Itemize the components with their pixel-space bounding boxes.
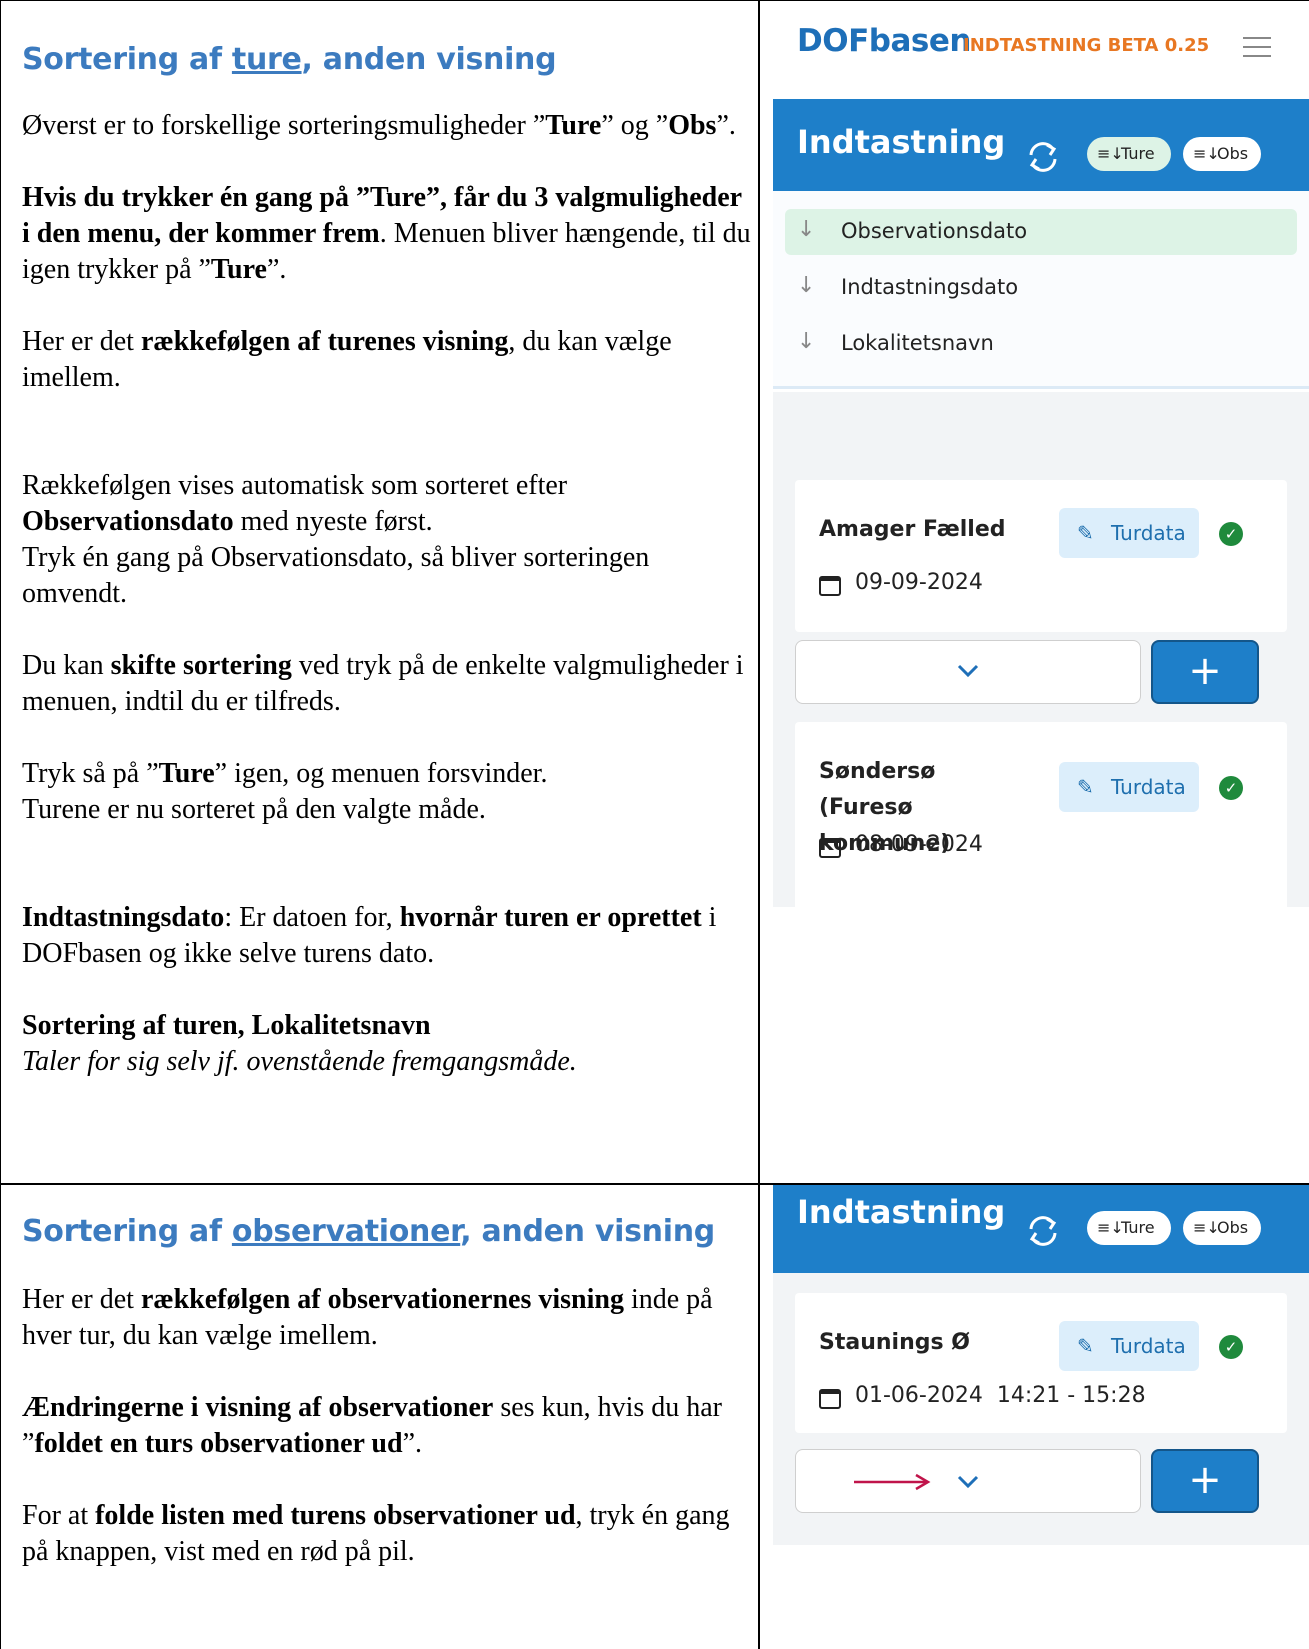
paragraph: For at folde listen med turens observati… [22, 1500, 730, 1567]
sort-icon: ≡↓ [1193, 144, 1220, 163]
indtastning-header: Indtastning ≡↓ Ture ≡↓ Obs [773, 1185, 1309, 1273]
table-column-divider [758, 0, 760, 1649]
indtastning-header: Indtastning ≡↓ Ture ≡↓ Obs [773, 99, 1309, 191]
add-observation-button[interactable]: + [1151, 640, 1259, 704]
arrow-down-icon: ↓ [797, 273, 816, 298]
refresh-icon[interactable] [1023, 137, 1063, 177]
edit-icon: ✎ [1077, 775, 1094, 799]
paragraph: Indtastningsdato: Er datoen for, hvornår… [22, 902, 717, 969]
trip-card: Staunings Ø ✎ Turdata ✓ 01-06-2024 14:21 … [795, 1293, 1287, 1433]
sort-icon: ≡↓ [1193, 1218, 1220, 1237]
app-top-bar: DOFbasen INDTASTNING BETA 0.25 [773, 1, 1309, 99]
sort-menu: ↓ Observationsdato ↓ Indtastningsdato ↓ … [773, 191, 1309, 389]
refresh-icon[interactable] [1023, 1211, 1063, 1251]
sort-option-observationsdato[interactable]: ↓ Observationsdato [785, 209, 1297, 255]
expand-observations-button[interactable] [795, 640, 1141, 704]
section-1-text: Sortering af ture, anden visning Øverst … [22, 40, 754, 1116]
paragraph: Tryk så på ”Ture” igen, og menuen forsvi… [22, 758, 548, 825]
section-2-heading: Sortering af observationer, anden visnin… [22, 1214, 715, 1249]
chip-ture[interactable]: ≡↓ Ture [1087, 137, 1171, 171]
trip-card: Amager Fælled ✎ Turdata ✓ 09-09-2024 [795, 480, 1287, 632]
calendar-icon [819, 1389, 841, 1409]
trip-list: Amager Fælled ✎ Turdata ✓ 09-09-2024 + Sø… [773, 392, 1309, 907]
paragraph: Hvis du trykker én gang på ”Ture”, får d… [22, 182, 751, 285]
calendar-icon [819, 576, 841, 596]
app-screenshot-2: Indtastning ≡↓ Ture ≡↓ Obs Staunings Ø ✎ Tu… [773, 1185, 1309, 1545]
paragraph: Rækkefølgen vises automatisk som sortere… [22, 470, 650, 609]
section-1-heading: Sortering af ture, anden visning [22, 42, 557, 77]
section-2-text: Sortering af observationer, anden visnin… [22, 1212, 754, 1606]
app-subtitle: INDTASTNING BETA 0.25 [963, 35, 1210, 56]
table-border-left [0, 0, 1, 1649]
sort-icon: ≡↓ [1097, 144, 1124, 163]
turdata-button[interactable]: ✎ Turdata [1059, 1321, 1199, 1371]
hamburger-menu-icon[interactable] [1243, 37, 1271, 57]
paragraph: Ændringerne i visning af observationer s… [22, 1392, 722, 1459]
expand-observations-button[interactable] [795, 1449, 1141, 1513]
chevron-down-icon [957, 664, 979, 678]
chevron-down-icon [957, 1475, 979, 1489]
header-title: Indtastning [797, 1193, 1006, 1231]
turdata-button[interactable]: ✎ Turdata [1059, 762, 1199, 812]
chip-obs[interactable]: ≡↓ Obs [1183, 137, 1261, 171]
chip-obs[interactable]: ≡↓ Obs [1183, 1211, 1261, 1245]
chip-ture[interactable]: ≡↓ Ture [1087, 1211, 1171, 1245]
paragraph: Øverst er to forskellige sorteringsmulig… [22, 110, 736, 141]
add-observation-button[interactable]: + [1151, 1449, 1259, 1513]
edit-icon: ✎ [1077, 1334, 1094, 1358]
check-circle-icon: ✓ [1219, 522, 1243, 546]
trip-card: Søndersø (Furesø kommune) ✎ Turdata ✓ 08-… [795, 722, 1287, 907]
app-screenshot-1: DOFbasen INDTASTNING BETA 0.25 Indtastni… [773, 1, 1309, 907]
paragraph: Her er det rækkefølgen af turenes visnin… [22, 326, 672, 393]
sort-icon: ≡↓ [1097, 1218, 1124, 1237]
red-arrow-right-icon [854, 1473, 931, 1491]
paragraph: Her er det rækkefølgen af observationern… [22, 1284, 713, 1351]
app-logo: DOFbasen [797, 23, 971, 59]
trip-list: Staunings Ø ✎ Turdata ✓ 01-06-2024 14:21 … [773, 1273, 1309, 1545]
heading-link-ture: ture [231, 42, 302, 77]
arrow-down-icon: ↓ [797, 217, 816, 242]
sort-option-indtastningsdato[interactable]: ↓ Indtastningsdato [785, 265, 1297, 311]
check-circle-icon: ✓ [1219, 1335, 1243, 1359]
heading-link-observationer: observationer [231, 1214, 461, 1249]
edit-icon: ✎ [1077, 521, 1094, 545]
turdata-button[interactable]: ✎ Turdata [1059, 508, 1199, 558]
paragraph: Du kan skifte sortering ved tryk på de e… [22, 650, 744, 717]
check-circle-icon: ✓ [1219, 776, 1243, 800]
paragraph: Sortering af turen, Lokalitetsnavn Taler … [22, 1010, 577, 1077]
sort-option-lokalitetsnavn[interactable]: ↓ Lokalitetsnavn [785, 321, 1297, 367]
arrow-down-icon: ↓ [797, 329, 816, 354]
calendar-icon [819, 838, 841, 858]
header-title: Indtastning [797, 123, 1006, 161]
